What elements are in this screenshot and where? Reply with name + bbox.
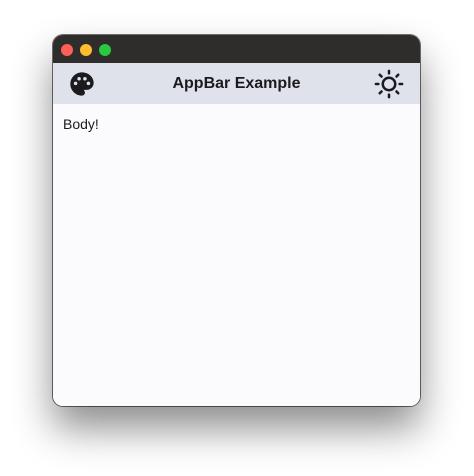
body-text: Body! bbox=[63, 116, 99, 132]
brightness-icon bbox=[374, 69, 404, 99]
body-content: Body! bbox=[53, 104, 420, 406]
window-titlebar[interactable] bbox=[53, 35, 420, 63]
app-window: AppBar Example Body! bbox=[53, 35, 420, 406]
zoom-window-button[interactable] bbox=[99, 44, 111, 56]
close-window-button[interactable] bbox=[61, 44, 73, 56]
page-title: AppBar Example bbox=[172, 75, 301, 92]
theme-toggle-button[interactable] bbox=[372, 67, 406, 101]
minimize-window-button[interactable] bbox=[80, 44, 92, 56]
app-bar: AppBar Example bbox=[53, 63, 420, 104]
